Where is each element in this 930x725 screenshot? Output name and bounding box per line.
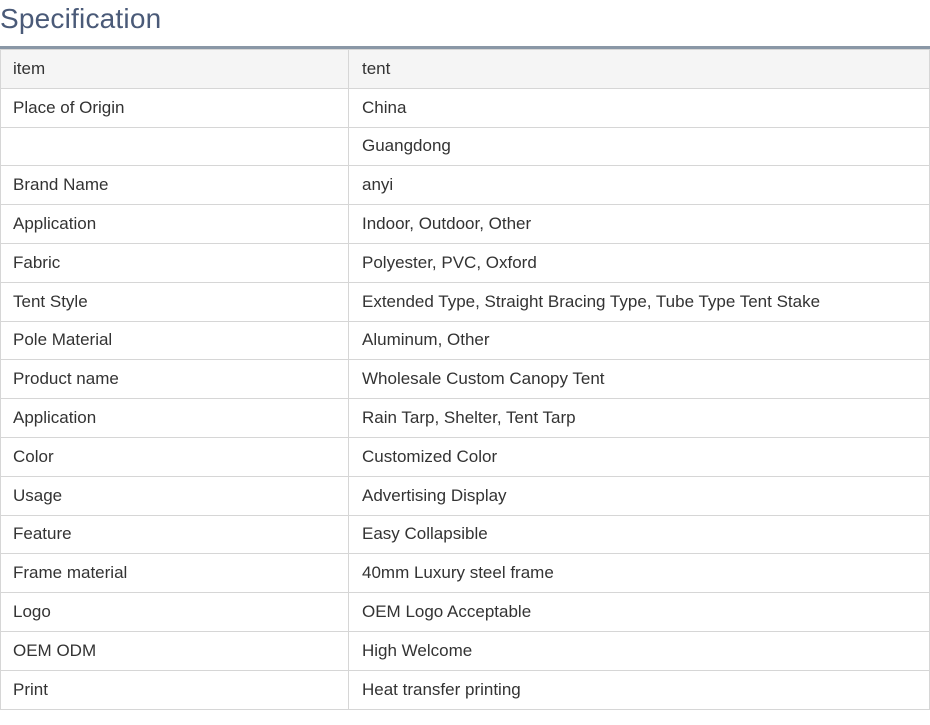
table-row: Fabric Polyester, PVC, Oxford (0, 242, 930, 283)
row-key: Application (0, 204, 349, 244)
table-row: Color Customized Color (0, 436, 930, 477)
table-row: Tent Style Extended Type, Straight Braci… (0, 281, 930, 322)
row-value: Polyester, PVC, Oxford (348, 242, 930, 283)
row-key: Feature (0, 514, 349, 555)
row-value: Heat transfer printing (348, 669, 930, 710)
row-value: Guangdong (348, 126, 930, 167)
row-key (0, 126, 349, 167)
row-key: Usage (0, 475, 349, 516)
row-key: Application (0, 398, 349, 438)
table-header-key: item (0, 49, 349, 89)
row-key: OEM ODM (0, 630, 349, 671)
table-row: Pole Material Aluminum, Other (0, 320, 930, 361)
spec-header: Specification (0, 0, 930, 49)
table-header-row: item tent (0, 49, 930, 89)
row-key: Tent Style (0, 281, 349, 322)
table-row: Application Rain Tarp, Shelter, Tent Tar… (0, 398, 930, 438)
table-row: Guangdong (0, 126, 930, 167)
table-row: Usage Advertising Display (0, 475, 930, 516)
row-key: Color (0, 436, 349, 477)
spec-table: item tent Place of Origin China Guangdon… (0, 49, 930, 710)
row-key: Pole Material (0, 320, 349, 361)
table-header-value: tent (348, 49, 930, 89)
table-row: OEM ODM High Welcome (0, 630, 930, 671)
table-row: Print Heat transfer printing (0, 669, 930, 710)
row-value: 40mm Luxury steel frame (348, 553, 930, 594)
row-key: Frame material (0, 553, 349, 594)
row-key: Print (0, 669, 349, 710)
row-value: Extended Type, Straight Bracing Type, Tu… (348, 281, 930, 322)
table-row: Logo OEM Logo Acceptable (0, 592, 930, 632)
row-value: Wholesale Custom Canopy Tent (348, 359, 930, 400)
row-key: Product name (0, 359, 349, 400)
row-value: Indoor, Outdoor, Other (348, 204, 930, 244)
row-key: Brand Name (0, 165, 349, 206)
row-value: anyi (348, 165, 930, 206)
row-key: Place of Origin (0, 87, 349, 128)
row-value: Advertising Display (348, 475, 930, 516)
page-title: Specification (0, 3, 162, 34)
table-row: Place of Origin China (0, 87, 930, 128)
row-value: OEM Logo Acceptable (348, 592, 930, 632)
row-value: Rain Tarp, Shelter, Tent Tarp (348, 398, 930, 438)
row-value: Aluminum, Other (348, 320, 930, 361)
table-row: Brand Name anyi (0, 165, 930, 206)
table-row: Feature Easy Collapsible (0, 514, 930, 555)
table-row: Product name Wholesale Custom Canopy Ten… (0, 359, 930, 400)
row-value: High Welcome (348, 630, 930, 671)
table-row: Frame material 40mm Luxury steel frame (0, 553, 930, 594)
row-value: China (348, 87, 930, 128)
row-key: Logo (0, 592, 349, 632)
table-row: Application Indoor, Outdoor, Other (0, 204, 930, 244)
row-value: Easy Collapsible (348, 514, 930, 555)
row-value: Customized Color (348, 436, 930, 477)
row-key: Fabric (0, 242, 349, 283)
